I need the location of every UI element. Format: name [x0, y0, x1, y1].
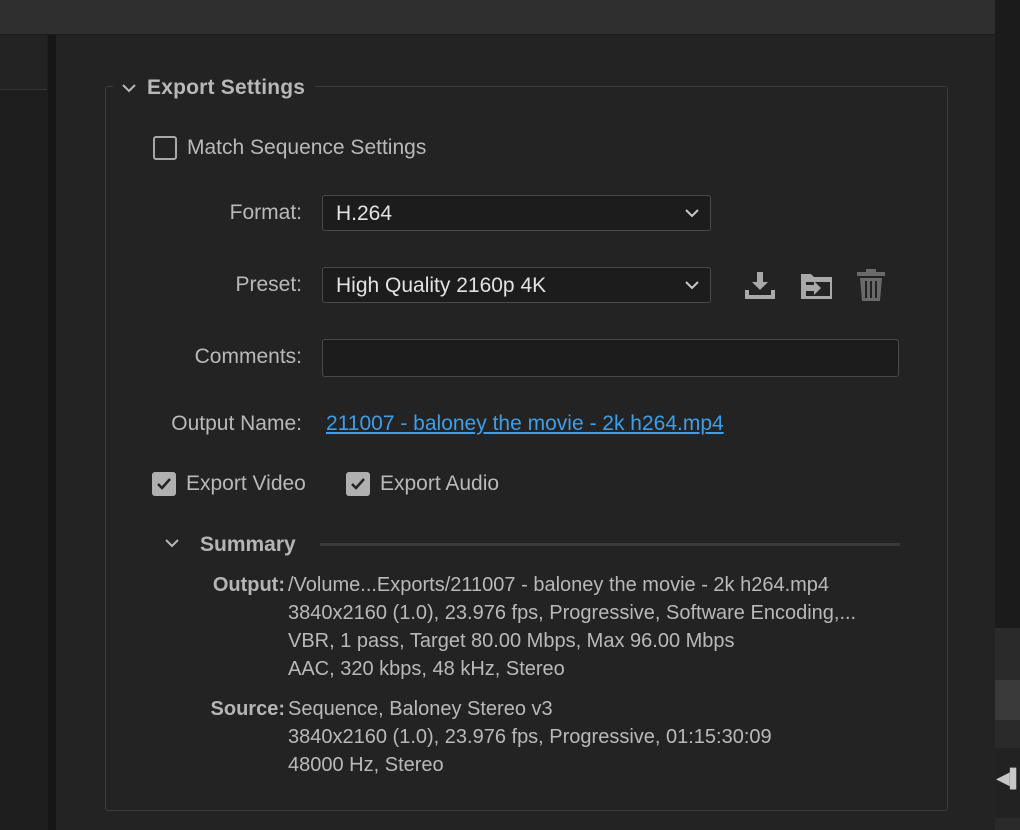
match-sequence-checkbox[interactable]	[153, 136, 177, 160]
summary-output-line: AAC, 320 kbps, 48 kHz, Stereo	[288, 658, 565, 680]
export-audio-label: Export Audio	[380, 472, 500, 495]
delete-preset-icon[interactable]	[853, 267, 889, 303]
summary-title: Summary	[200, 533, 296, 556]
match-sequence-label: Match Sequence Settings	[187, 136, 427, 159]
panel-divider[interactable]	[48, 35, 56, 830]
left-panel-header	[0, 35, 47, 90]
checkmark-icon	[351, 478, 365, 490]
format-label: Format:	[229, 201, 302, 224]
chevron-down-icon	[685, 281, 699, 290]
chevron-down-icon[interactable]	[162, 533, 182, 553]
summary-divider	[320, 543, 900, 546]
preset-dropdown[interactable]: High Quality 2160p 4K	[322, 267, 711, 303]
summary-output-line: 3840x2160 (1.0), 23.976 fps, Progressive…	[288, 602, 857, 624]
comments-label: Comments:	[194, 345, 302, 368]
save-preset-icon[interactable]	[742, 268, 778, 304]
summary-source-line: 3840x2160 (1.0), 23.976 fps, Progressive…	[288, 726, 772, 748]
summary-source-line: 48000 Hz, Stereo	[288, 754, 444, 776]
output-name-label: Output Name:	[171, 412, 302, 435]
left-panel	[0, 35, 49, 830]
import-preset-icon[interactable]	[798, 268, 834, 304]
summary-output-line: VBR, 1 pass, Target 80.00 Mbps, Max 96.0…	[288, 630, 735, 652]
chevron-down-icon[interactable]	[119, 78, 139, 98]
preset-label: Preset:	[235, 273, 302, 296]
chevron-down-icon	[685, 209, 699, 218]
export-settings-title: Export Settings	[147, 76, 306, 99]
format-value: H.264	[336, 202, 393, 225]
format-dropdown[interactable]: H.264	[322, 195, 711, 231]
top-bar	[0, 0, 995, 35]
checkmark-icon	[157, 478, 171, 490]
right-edge-slider[interactable]	[995, 680, 1020, 720]
summary-output-key: Output:	[212, 574, 285, 596]
summary-source-line: Sequence, Baloney Stereo v3	[288, 698, 553, 720]
export-video-checkbox[interactable]	[152, 472, 176, 496]
output-name-link[interactable]: 211007 - baloney the movie - 2k h264.mp4	[326, 412, 724, 436]
preset-value: High Quality 2160p 4K	[336, 274, 547, 297]
step-back-icon[interactable]: ◀▌	[996, 768, 1020, 789]
export-video-label: Export Video	[186, 472, 306, 495]
export-settings-header[interactable]: Export Settings	[113, 74, 316, 102]
summary-source-key: Source:	[210, 698, 285, 720]
summary-output-line: /Volume...Exports/211007 - baloney the m…	[288, 574, 830, 596]
comments-input[interactable]	[322, 339, 899, 377]
export-audio-checkbox[interactable]	[346, 472, 370, 496]
right-edge-controls	[995, 628, 1020, 830]
